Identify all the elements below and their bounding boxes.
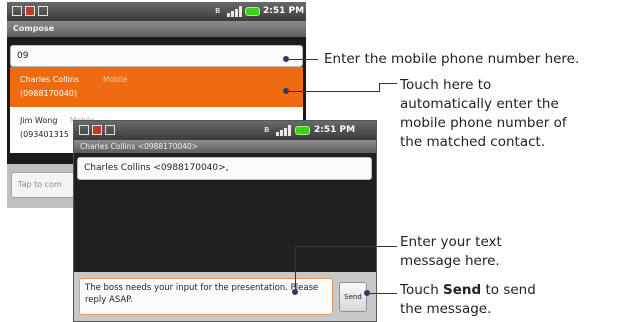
contact-number-type: Mobile: [103, 75, 128, 84]
screen-title: Charles Collins <0988170040>: [74, 140, 376, 153]
callout-send-keyword: Send: [443, 282, 482, 298]
status-bar: ʙ 2:51 PM: [7, 2, 306, 21]
callout-line-text: message here.: [400, 253, 500, 269]
contact-name: Charles Collins: [20, 75, 80, 84]
callout-line: [370, 293, 397, 294]
sms-notification-icon: [12, 6, 22, 16]
callout-line: [295, 246, 397, 247]
to-field[interactable]: Charles Collins <0988170040>,: [77, 157, 372, 180]
callout-line-text: mobile phone number of: [400, 115, 567, 131]
suggestion-item[interactable]: Charles Collins Mobile (0988170040): [10, 67, 303, 107]
missed-call-icon: [92, 125, 102, 135]
callout-line: [289, 91, 379, 92]
usb-icon: [105, 125, 115, 135]
callout-line-text: Enter your text: [400, 234, 502, 250]
callout-line: [289, 59, 317, 60]
callout-line-text: Touch here to: [400, 77, 492, 93]
battery-icon: [245, 7, 260, 16]
callout-line-text: automatically enter the: [400, 96, 559, 112]
battery-icon: [295, 126, 310, 135]
callout-text: to send: [481, 282, 536, 298]
callout-touch-send: Touch Send to send the message.: [400, 281, 536, 319]
status-bar: ʙ 2:51 PM: [74, 121, 376, 140]
callout-line: [379, 83, 397, 84]
contact-number: (0988170040): [20, 89, 78, 98]
sms-notification-icon: [79, 125, 89, 135]
callout-enter-number: Enter the mobile phone number here.: [324, 51, 580, 67]
screen-title: Compose: [7, 21, 306, 37]
callout-line: [317, 59, 318, 60]
to-field[interactable]: 09: [10, 45, 303, 67]
callout-text: Touch: [400, 282, 444, 298]
contact-name: Jim Wong: [20, 116, 58, 125]
bluetooth-icon: ʙ: [215, 6, 221, 16]
send-button[interactable]: Send: [339, 282, 367, 312]
callout-line-text: the message.: [400, 301, 492, 317]
status-time: 2:51 PM: [263, 6, 305, 16]
callout-pointer: [292, 289, 298, 295]
status-time: 2:51 PM: [314, 125, 356, 135]
signal-icon: [276, 125, 292, 136]
contact-number: (093401315: [20, 130, 69, 139]
signal-icon: [227, 6, 243, 17]
usb-icon: [38, 6, 48, 16]
callout-line: [295, 246, 296, 289]
callout-line: [379, 83, 380, 92]
callout-touch-here: Touch here to automatically enter the mo…: [400, 76, 567, 152]
bluetooth-icon: ʙ: [264, 125, 270, 135]
missed-call-icon: [25, 6, 35, 16]
compose-area: The boss needs your input for the presen…: [74, 272, 376, 321]
callout-line-text: the matched contact.: [400, 134, 546, 150]
conversation-screen: ʙ 2:51 PM Charles Collins <0988170040> C…: [73, 120, 377, 322]
callout-enter-text: Enter your text message here.: [400, 233, 502, 271]
